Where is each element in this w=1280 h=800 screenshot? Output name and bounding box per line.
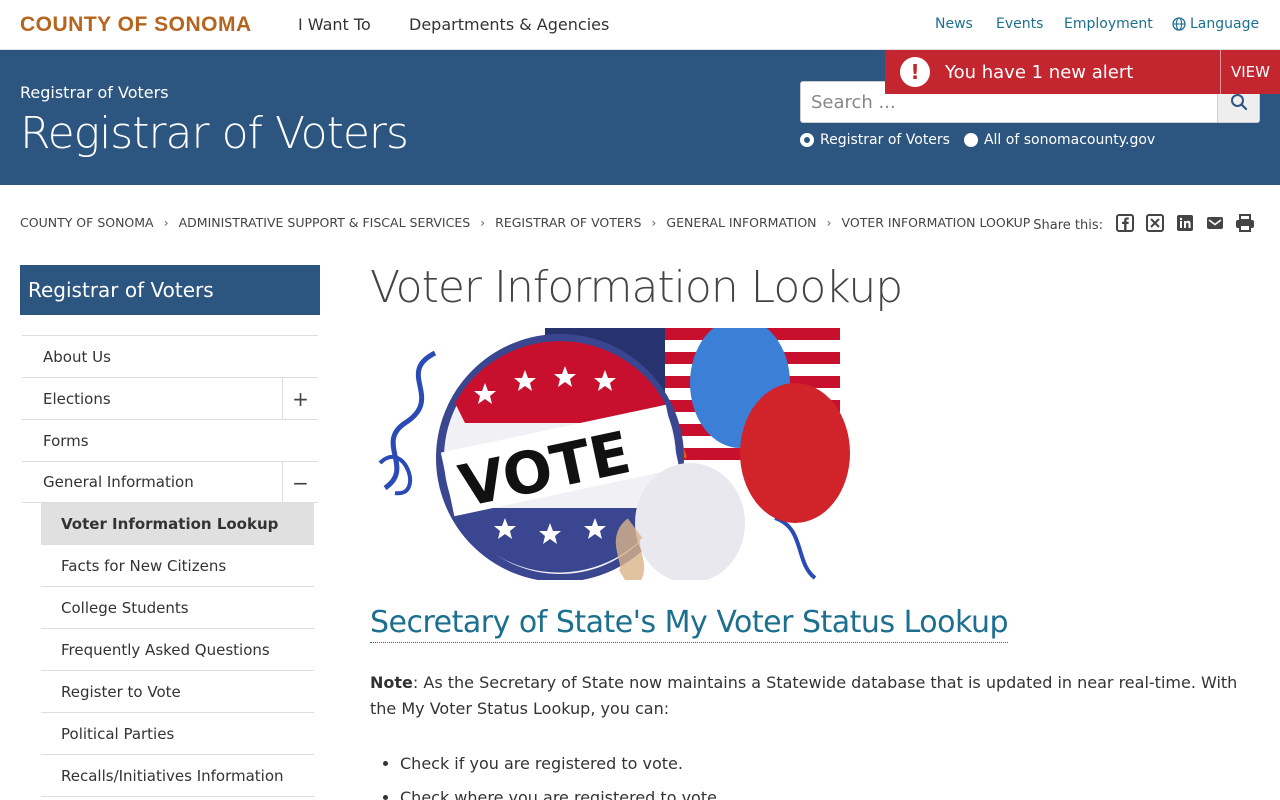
globe-icon	[1172, 17, 1186, 31]
chevron-right-icon: ›	[480, 215, 486, 230]
note-text: : As the Secretary of State now maintain…	[370, 673, 1238, 718]
sidebar-item-label: Elections	[43, 389, 111, 408]
scope-all-county[interactable]: All of sonomacounty.gov	[963, 132, 1156, 148]
sidebar-subitem-college-students[interactable]: College Students	[41, 587, 314, 629]
sidebar-item-about-us[interactable]: About Us	[22, 335, 318, 377]
print-icon[interactable]	[1235, 213, 1255, 233]
x-icon[interactable]	[1145, 213, 1165, 233]
sidebar-subitem-recalls[interactable]: Recalls/Initiatives Information	[41, 755, 314, 797]
language-label: Language	[1190, 16, 1260, 32]
search-scope: Registrar of Voters All of sonomacounty.…	[800, 132, 1155, 148]
chevron-right-icon: ›	[826, 215, 832, 230]
sidebar-item-elections[interactable]: Elections +	[22, 377, 318, 419]
nav-employment[interactable]: Employment	[1064, 16, 1153, 32]
share-bar: Share this:	[1033, 213, 1255, 233]
sidebar-sublist: Voter Information Lookup Facts for New C…	[41, 503, 314, 797]
sidebar-subitem-voter-lookup[interactable]: Voter Information Lookup	[41, 503, 314, 545]
nav-i-want-to[interactable]: I Want To	[298, 15, 371, 34]
sidebar-subitem-political-parties[interactable]: Political Parties	[41, 713, 314, 755]
chevron-right-icon: ›	[651, 215, 657, 230]
language-selector[interactable]: Language	[1172, 16, 1259, 32]
nav-news[interactable]: News	[935, 16, 973, 32]
sidebar-item-label: About Us	[43, 347, 111, 366]
sidebar-item-label: Forms	[43, 431, 89, 450]
breadcrumb: COUNTY OF SONOMA › ADMINISTRATIVE SUPPORT…	[20, 215, 1030, 230]
header-title: Registrar of Voters	[20, 108, 409, 159]
header-subtitle[interactable]: Registrar of Voters	[20, 83, 169, 102]
collapse-minus-icon[interactable]: −	[282, 462, 318, 503]
email-icon[interactable]	[1205, 213, 1225, 233]
chevron-right-icon: ›	[163, 215, 169, 230]
linkedin-icon[interactable]	[1175, 213, 1195, 233]
sidebar-item-label: General Information	[43, 473, 194, 491]
scope-registrar-label: Registrar of Voters	[820, 132, 950, 148]
sidebar-subitem-new-citizens[interactable]: Facts for New Citizens	[41, 545, 314, 587]
breadcrumb-county[interactable]: COUNTY OF SONOMA	[20, 215, 154, 230]
list-item: Check where you are registered to vote.	[400, 785, 722, 800]
breadcrumb-current: VOTER INFORMATION LOOKUP	[841, 215, 1031, 230]
nav-departments[interactable]: Departments & Agencies	[409, 15, 609, 34]
facebook-icon[interactable]	[1115, 213, 1135, 233]
sidebar-subitem-register[interactable]: Register to Vote	[41, 671, 314, 713]
breadcrumb-admin[interactable]: ADMINISTRATIVE SUPPORT & FISCAL SERVICES	[179, 215, 471, 230]
alert-text: You have 1 new alert	[945, 61, 1134, 83]
page-title: Voter Information Lookup	[370, 262, 903, 313]
nav-events[interactable]: Events	[996, 16, 1043, 32]
radio-unselected-icon[interactable]	[963, 133, 978, 147]
exclamation-icon: !	[900, 57, 930, 87]
note-paragraph: Note: As the Secretary of State now main…	[370, 670, 1240, 722]
sidebar-item-forms[interactable]: Forms	[22, 419, 318, 461]
sidebar-heading[interactable]: Registrar of Voters	[20, 265, 320, 315]
top-navigation: COUNTY OF SONOMA I Want To Departments &…	[0, 0, 1280, 50]
list-item: Check if you are registered to vote.	[400, 751, 722, 777]
expand-plus-icon[interactable]: +	[282, 378, 318, 419]
breadcrumb-registrar[interactable]: REGISTRAR OF VOTERS	[495, 215, 641, 230]
breadcrumb-general-info[interactable]: GENERAL INFORMATION	[666, 215, 816, 230]
sidebar-item-general-information[interactable]: General Information −	[22, 461, 318, 503]
note-label: Note	[370, 673, 413, 692]
feature-list: Check if you are registered to vote. Che…	[400, 751, 722, 800]
sidebar-subitem-faq[interactable]: Frequently Asked Questions	[41, 629, 314, 671]
alert-banner[interactable]: ! You have 1 new alert VIEW	[885, 50, 1280, 94]
vote-hero-image: VOTE	[378, 328, 850, 580]
county-logo[interactable]: COUNTY OF SONOMA	[20, 13, 252, 37]
radio-selected-icon[interactable]	[800, 133, 814, 147]
my-voter-status-link[interactable]: Secretary of State's My Voter Status Loo…	[370, 604, 1009, 643]
scope-all-label: All of sonomacounty.gov	[983, 132, 1156, 148]
search-icon	[1230, 94, 1247, 111]
share-label: Share this:	[1033, 217, 1103, 233]
scope-registrar[interactable]: Registrar of Voters	[800, 132, 950, 148]
alert-view-button[interactable]: VIEW	[1220, 50, 1280, 94]
sidebar-nav: About Us Elections + Forms General Infor…	[22, 335, 318, 797]
